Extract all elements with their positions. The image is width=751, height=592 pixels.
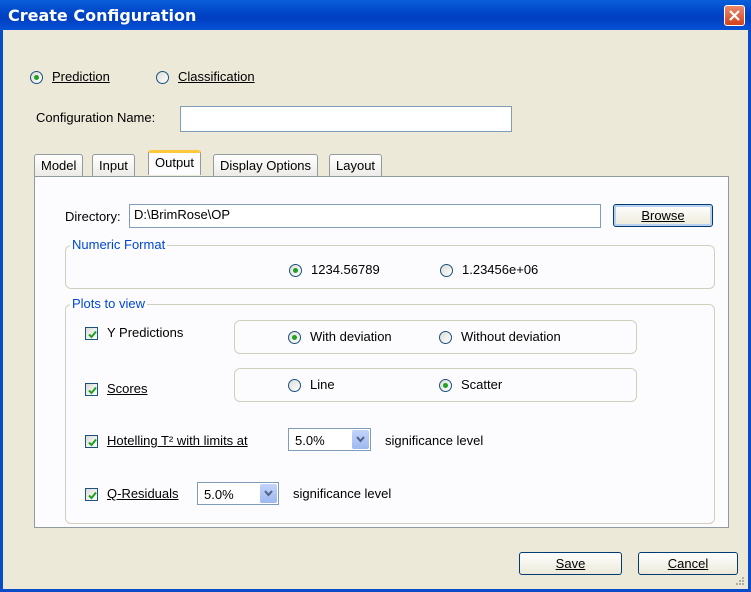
q-residuals-suffix: significance level xyxy=(293,486,392,501)
dropdown-arrow[interactable] xyxy=(260,484,277,503)
chevron-down-icon xyxy=(356,436,365,443)
y-predictions-checkbox[interactable] xyxy=(85,327,98,340)
hotelling-label[interactable]: Hotelling T² with limits at xyxy=(107,433,248,448)
dropdown-arrow[interactable] xyxy=(352,430,369,449)
output-tab-panel: Directory: D:\BrimRose\OP Browse Numeric… xyxy=(34,176,729,528)
plots-to-view-group: Plots to view Y Predictions With deviati… xyxy=(65,296,715,524)
format-scientific-label[interactable]: 1.23456e+06 xyxy=(462,262,538,277)
with-deviation-radio[interactable] xyxy=(288,331,301,344)
check-icon xyxy=(88,386,97,395)
numeric-format-legend: Numeric Format xyxy=(70,237,168,252)
cancel-button[interactable]: Cancel xyxy=(638,552,738,575)
y-predictions-options: With deviation Without deviation xyxy=(234,320,637,354)
line-label[interactable]: Line xyxy=(310,377,335,392)
close-button[interactable] xyxy=(724,5,745,26)
q-residuals-level-select[interactable]: 5.0% xyxy=(197,482,279,505)
q-residuals-level-value: 5.0% xyxy=(204,487,234,502)
prediction-radio[interactable] xyxy=(30,71,43,84)
tab-model[interactable]: Model xyxy=(34,154,84,176)
scores-options: Line Scatter xyxy=(234,368,637,402)
scores-checkbox[interactable] xyxy=(85,383,98,396)
save-button[interactable]: Save xyxy=(519,552,622,575)
format-decimal-label[interactable]: 1234.56789 xyxy=(311,262,380,277)
classification-radio[interactable] xyxy=(156,71,169,84)
title-bar: Create Configuration xyxy=(0,0,751,30)
configuration-name-input[interactable] xyxy=(180,106,512,132)
format-decimal-radio[interactable] xyxy=(289,264,302,277)
numeric-format-group: Numeric Format 1234.56789 1.23456e+06 xyxy=(65,237,715,289)
line-radio[interactable] xyxy=(288,379,301,392)
window-title: Create Configuration xyxy=(8,6,197,25)
cancel-label: Cancel xyxy=(667,556,709,571)
check-icon xyxy=(88,330,97,339)
check-icon xyxy=(88,491,97,500)
hotelling-level-value: 5.0% xyxy=(295,433,325,448)
scores-label[interactable]: Scores xyxy=(107,381,147,396)
scatter-radio[interactable] xyxy=(439,379,452,392)
hotelling-level-select[interactable]: 5.0% xyxy=(288,428,371,451)
configuration-name-label: Configuration Name: xyxy=(36,110,156,125)
hotelling-checkbox[interactable] xyxy=(85,435,98,448)
tab-layout[interactable]: Layout xyxy=(329,154,383,176)
q-residuals-checkbox[interactable] xyxy=(85,488,98,501)
prediction-label[interactable]: Prediction xyxy=(52,69,110,84)
resize-grip-icon[interactable] xyxy=(735,576,745,586)
q-residuals-label[interactable]: Q-Residuals xyxy=(107,486,179,501)
close-icon xyxy=(729,10,740,21)
tab-display-options[interactable]: Display Options xyxy=(213,154,319,176)
browse-label: Browse xyxy=(641,208,685,223)
directory-label: Directory: xyxy=(65,209,121,224)
with-deviation-label[interactable]: With deviation xyxy=(310,329,392,344)
hotelling-suffix: significance level xyxy=(385,433,484,448)
without-deviation-radio[interactable] xyxy=(439,331,452,344)
format-scientific-radio[interactable] xyxy=(440,264,453,277)
save-label: Save xyxy=(555,556,586,571)
tab-output[interactable]: Output xyxy=(148,150,202,175)
plots-to-view-legend: Plots to view xyxy=(70,296,147,311)
browse-button[interactable]: Browse xyxy=(613,204,713,227)
scatter-label[interactable]: Scatter xyxy=(461,377,502,392)
tab-input[interactable]: Input xyxy=(92,154,135,176)
without-deviation-label[interactable]: Without deviation xyxy=(461,329,561,344)
classification-label[interactable]: Classification xyxy=(178,69,255,84)
y-predictions-label[interactable]: Y Predictions xyxy=(107,325,183,340)
chevron-down-icon xyxy=(264,490,273,497)
directory-input[interactable]: D:\BrimRose\OP xyxy=(129,204,601,228)
check-icon xyxy=(88,438,97,447)
